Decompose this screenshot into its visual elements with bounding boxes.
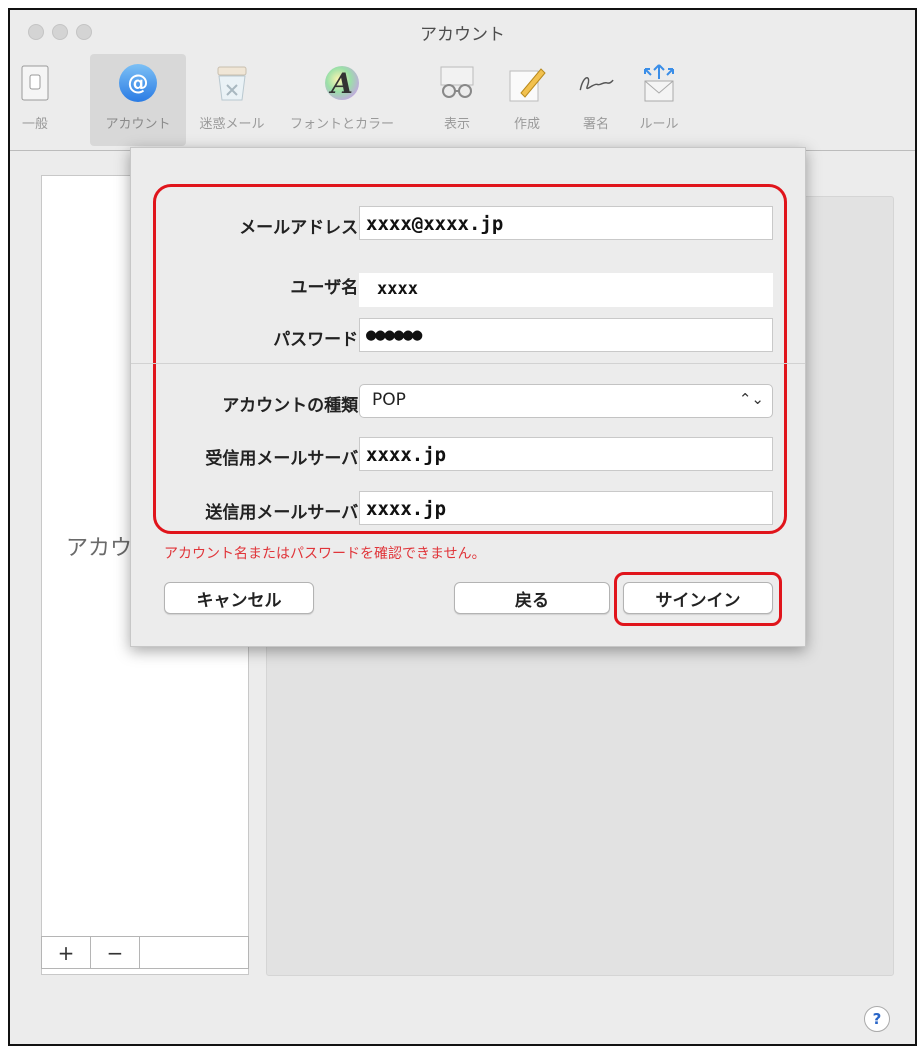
pencil-icon (507, 63, 547, 103)
title-bar: アカウント (10, 10, 915, 54)
rules-envelope-icon (639, 63, 679, 103)
toolbar-label: 署名 (582, 117, 609, 132)
username-label: ユーザ名: (290, 278, 365, 298)
preferences-toolbar: 一般 @ アカウント 迷惑メール A フォントとカラー 表示 作成 署名 ルール (10, 54, 915, 151)
junk-trash-icon (212, 63, 252, 103)
account-list-buttons: + − (41, 936, 249, 969)
toolbar-label: アカウント (105, 117, 171, 132)
add-account-sheet: メールアドレス: xxxx@xxxx.jp ユーザ名: xxxx パスワード: … (130, 147, 806, 647)
up-down-chevron-icon: ⌃⌄ (738, 390, 764, 408)
email-field[interactable]: xxxx@xxxx.jp (359, 206, 773, 240)
incoming-server-field[interactable]: xxxx.jp (359, 437, 773, 471)
svg-text:A: A (328, 67, 353, 100)
toolbar-item-fonts-colors[interactable]: A フォントとカラー (278, 54, 406, 146)
incoming-server-label: 受信用メールサーバ: (205, 449, 365, 469)
toolbar-item-signatures[interactable]: 署名 (564, 54, 628, 146)
switch-icon (15, 63, 55, 103)
toolbar-label: 表示 (443, 117, 470, 132)
username-field[interactable]: xxxx (359, 273, 773, 307)
account-type-select[interactable]: POP ⌃⌄ (359, 384, 773, 418)
outgoing-server-label: 送信用メールサーバ: (205, 503, 365, 523)
add-account-button[interactable]: + (42, 937, 91, 968)
help-button[interactable]: ? (864, 1006, 890, 1032)
form-divider (131, 363, 805, 364)
svg-text:@: @ (128, 71, 149, 95)
toolbar-item-composing[interactable]: 作成 (504, 54, 550, 146)
password-label: パスワード: (273, 330, 365, 350)
toolbar-label: 作成 (513, 117, 540, 132)
sign-in-button[interactable]: サインイン (623, 582, 773, 614)
toolbar-label: 迷惑メール (199, 117, 265, 132)
error-message: アカウント名またはパスワードを確認できません。 (164, 546, 486, 562)
cancel-button[interactable]: キャンセル (164, 582, 314, 614)
toolbar-item-accounts[interactable]: @ アカウント (90, 54, 186, 146)
toolbar-label: フォントとカラー (289, 117, 394, 132)
outgoing-server-field[interactable]: xxxx.jp (359, 491, 773, 525)
font-color-icon: A (322, 63, 362, 103)
signature-icon (576, 63, 616, 103)
account-type-label: アカウントの種類: (222, 396, 365, 416)
toolbar-item-junk[interactable]: 迷惑メール (186, 54, 278, 146)
password-field[interactable]: ●●●●●● (359, 318, 773, 352)
remove-account-button[interactable]: − (91, 937, 140, 968)
toolbar-label: ルール (639, 117, 679, 132)
back-button[interactable]: 戻る (454, 582, 610, 614)
window-title: アカウント (420, 25, 505, 45)
toolbar-item-view[interactable]: 表示 (434, 54, 480, 146)
glasses-icon (437, 63, 477, 103)
email-label: メールアドレス: (239, 218, 365, 238)
account-type-value: POP (372, 390, 406, 410)
preferences-window: アカウント 一般 @ アカウント 迷惑メール A フォントとカラー 表示 作成 … (8, 8, 917, 1046)
toolbar-item-rules[interactable]: ルール (630, 54, 688, 146)
toolbar-label: 一般 (21, 117, 48, 132)
account-list-placeholder: アカウ (66, 536, 133, 561)
toolbar-item-general[interactable]: 一般 (14, 54, 56, 146)
at-sign-icon: @ (118, 63, 158, 103)
